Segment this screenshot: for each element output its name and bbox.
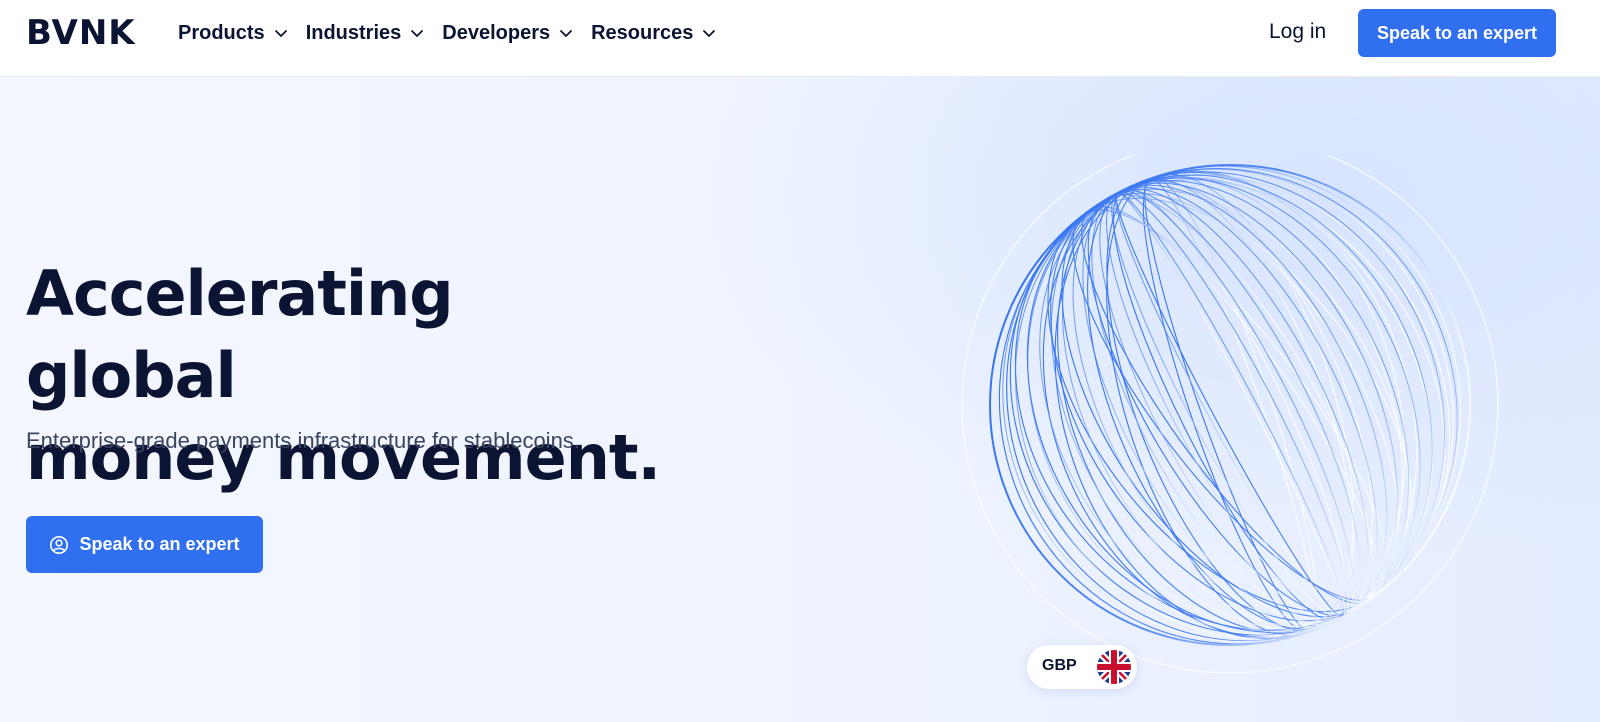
globe-parallel-line	[1039, 177, 1421, 633]
hero-speak-to-expert-button[interactable]: Speak to an expert	[26, 516, 263, 573]
nav-item-label: Products	[178, 21, 265, 44]
nav-item-label: Industries	[305, 21, 402, 44]
globe-parallel-line	[1014, 171, 1446, 639]
login-link[interactable]: Log in	[1269, 20, 1326, 44]
chevron-down-icon	[560, 30, 573, 37]
user-circle-icon	[50, 535, 69, 554]
hero-section: Accelerating global money movement. Ente…	[0, 77, 1600, 722]
currency-badge: GBP	[1027, 645, 1137, 689]
nav-item-developers[interactable]: Developers	[442, 18, 573, 48]
globe-parallel-line	[1099, 189, 1361, 621]
globe-meridian-line	[1047, 197, 1413, 613]
hero-title-line-1: Accelerating global	[26, 257, 454, 412]
globe-parallel-line	[1050, 180, 1410, 630]
currency-code: GBP	[1042, 657, 1077, 674]
speak-to-expert-button[interactable]: Speak to an expert	[1358, 9, 1556, 57]
hero-title: Accelerating global money movement.	[26, 253, 666, 499]
hero-cta-label: Speak to an expert	[79, 534, 240, 554]
globe-meridian-line	[1142, 177, 1318, 633]
chevron-down-icon	[274, 30, 287, 37]
site-header: BVNK Products Industries Developers Reso…	[0, 0, 1600, 77]
chevron-down-icon	[411, 30, 424, 37]
chevron-down-icon	[703, 30, 716, 37]
main-nav: Products Industries Developers Resources	[178, 18, 734, 48]
uk-flag-icon	[1097, 650, 1131, 684]
globe-meridian-line	[1112, 188, 1348, 622]
nav-item-label: Developers	[442, 21, 551, 44]
globe-meridian-line	[1081, 206, 1379, 604]
nav-item-label: Resources	[591, 21, 694, 44]
globe-meridian-line	[989, 164, 1471, 646]
hero-subtitle: Enterprise-grade payments infrastructure…	[26, 428, 580, 453]
nav-item-resources[interactable]: Resources	[591, 18, 716, 48]
globe-meridian-line	[1026, 177, 1434, 633]
globe-meridian-line	[1144, 178, 1316, 632]
globe-illustration	[961, 155, 1499, 674]
globe-meridian-line	[998, 165, 1462, 645]
globe-meridian-line	[1115, 192, 1345, 618]
nav-item-industries[interactable]: Industries	[306, 18, 425, 48]
globe-meridian-line	[1042, 171, 1418, 639]
globe-meridian-line	[1072, 209, 1388, 601]
nav-item-products[interactable]: Products	[178, 18, 288, 48]
bvnk-logo[interactable]: BVNK	[26, 13, 136, 53]
